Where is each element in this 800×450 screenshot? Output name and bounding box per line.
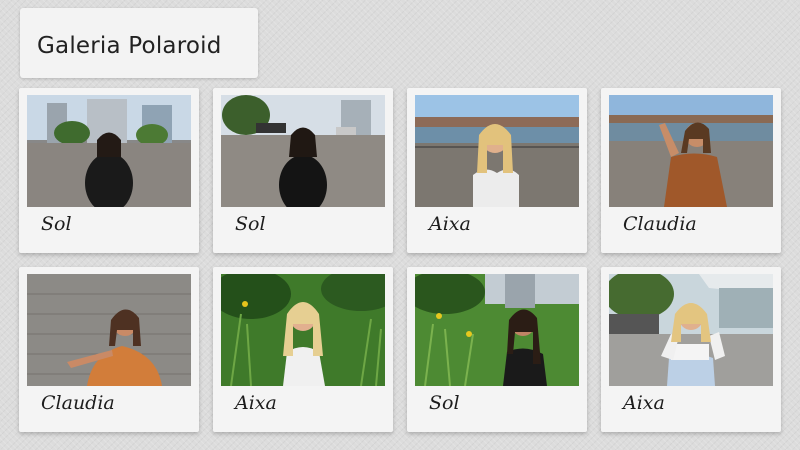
polaroid-caption: Aixa bbox=[429, 213, 471, 235]
polaroid-photo[interactable] bbox=[221, 274, 385, 386]
polaroid-caption: Claudia bbox=[41, 392, 115, 414]
polaroid-photo[interactable] bbox=[415, 95, 579, 207]
polaroid-caption: Aixa bbox=[623, 392, 665, 414]
polaroid-caption: Sol bbox=[429, 392, 460, 414]
polaroid-card[interactable]: Claudia bbox=[19, 267, 199, 432]
polaroid-photo[interactable] bbox=[27, 95, 191, 207]
polaroid-card[interactable]: Sol bbox=[407, 267, 587, 432]
polaroid-caption: Sol bbox=[41, 213, 72, 235]
polaroid-photo[interactable] bbox=[27, 274, 191, 386]
polaroid-caption: Claudia bbox=[623, 213, 697, 235]
polaroid-photo[interactable] bbox=[415, 274, 579, 386]
polaroid-caption: Aixa bbox=[235, 392, 277, 414]
polaroid-photo[interactable] bbox=[221, 95, 385, 207]
polaroid-grid: Sol Sol Aixa Claudia Claudia Aixa Sol Ai… bbox=[0, 0, 800, 450]
polaroid-photo[interactable] bbox=[609, 274, 773, 386]
polaroid-card[interactable]: Aixa bbox=[213, 267, 393, 432]
polaroid-card[interactable]: Aixa bbox=[601, 267, 781, 432]
polaroid-card[interactable]: Sol bbox=[213, 88, 393, 253]
polaroid-photo[interactable] bbox=[609, 95, 773, 207]
polaroid-card[interactable]: Aixa bbox=[407, 88, 587, 253]
polaroid-caption: Sol bbox=[235, 213, 266, 235]
polaroid-card[interactable]: Claudia bbox=[601, 88, 781, 253]
polaroid-card[interactable]: Sol bbox=[19, 88, 199, 253]
